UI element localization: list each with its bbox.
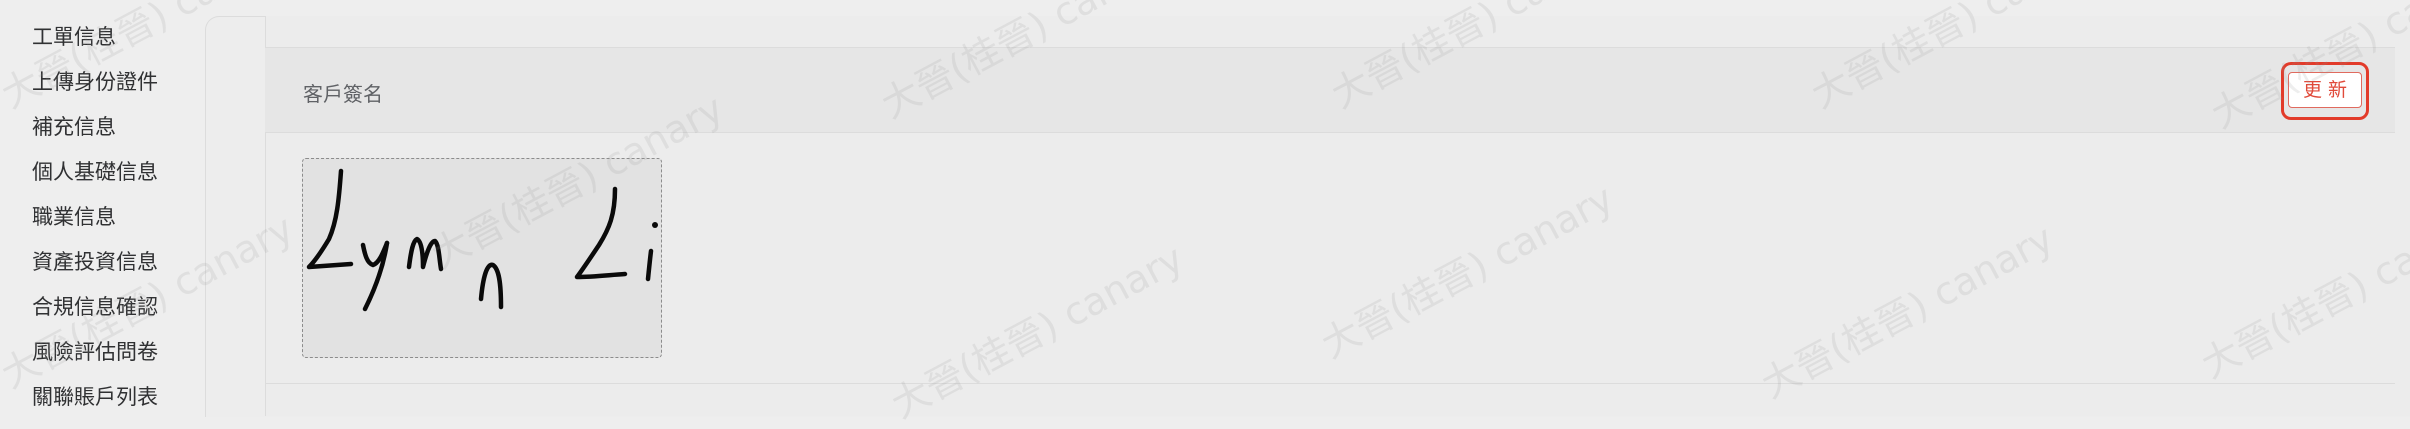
signature-section-header: 客戶簽名 [265, 47, 2395, 133]
sidebar-item-linked-accounts[interactable]: 關聯賬戶列表 [32, 382, 158, 412]
signature-section-title: 客戶簽名 [303, 82, 383, 106]
section-divider [265, 383, 2395, 384]
sidebar-item-assets-investment[interactable]: 資產投資信息 [32, 247, 158, 277]
sidebar-item-compliance[interactable]: 合規信息確認 [32, 292, 158, 322]
sidebar-item-occupation-info[interactable]: 職業信息 [32, 202, 116, 232]
sidebar-item-risk-questionnaire[interactable]: 風險評估問卷 [32, 337, 158, 367]
sidebar-item-upload-id[interactable]: 上傳身份證件 [32, 67, 158, 97]
handwritten-signature [306, 168, 658, 312]
update-button[interactable]: 更新 [2288, 72, 2362, 108]
sidebar-item-work-order-info[interactable]: 工單信息 [32, 22, 116, 52]
sidebar-item-supplementary-info[interactable]: 補充信息 [32, 112, 116, 142]
signature-image [302, 158, 662, 358]
sidebar-nav: 工單信息 上傳身份證件 補充信息 個人基礎信息 職業信息 資產投資信息 合規信息… [0, 0, 205, 409]
sidebar-item-personal-info[interactable]: 個人基礎信息 [32, 157, 158, 187]
